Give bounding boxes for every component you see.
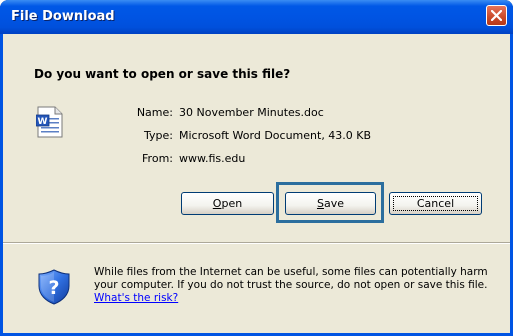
from-label: From: xyxy=(142,152,173,165)
shield-question-icon: ? xyxy=(38,269,70,308)
close-button[interactable] xyxy=(486,5,507,26)
save-button[interactable]: Save xyxy=(285,192,376,215)
cancel-button[interactable]: Cancel xyxy=(389,192,482,215)
type-label: Type: xyxy=(144,129,173,142)
dialog-question: Do you want to open or save this file? xyxy=(34,67,291,81)
window-title: File Download xyxy=(11,9,115,24)
svg-text:W: W xyxy=(38,117,48,127)
save-label-post: ave xyxy=(323,197,344,210)
separator xyxy=(3,242,510,244)
whats-the-risk-link[interactable]: What's the risk? xyxy=(94,292,178,304)
close-icon xyxy=(491,10,502,21)
open-label-post: pen xyxy=(221,197,243,210)
open-button[interactable]: Open xyxy=(181,192,274,215)
warning-text: While files from the Internet can be use… xyxy=(94,266,488,291)
focus-rectangle xyxy=(393,196,478,211)
file-name-value: 30 November Minutes.doc xyxy=(179,106,324,119)
file-download-dialog: File Download Do you want to open or sav… xyxy=(0,0,513,336)
svg-text:?: ? xyxy=(48,277,59,299)
name-label: Name: xyxy=(136,106,173,119)
security-warning: While files from the Internet can be use… xyxy=(94,266,499,305)
file-source-value: www.fis.edu xyxy=(179,152,246,165)
word-document-icon: W xyxy=(35,106,64,141)
save-accelerator: S xyxy=(316,197,324,210)
title-bar[interactable]: File Download xyxy=(0,0,513,34)
file-type-value: Microsoft Word Document, 43.0 KB xyxy=(179,129,372,142)
